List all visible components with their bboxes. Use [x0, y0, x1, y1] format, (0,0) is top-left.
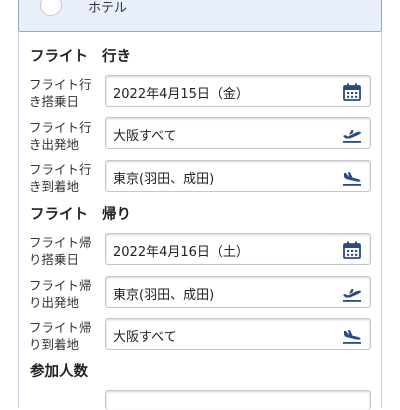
return-arrival-label: フライト帰 り到着地 [29, 320, 92, 352]
outbound-arrival-field[interactable]: 東京(羽田、成田) [105, 160, 371, 192]
outbound-arrival-label: フライト行 き到着地 [29, 162, 92, 194]
outbound-date-value: 2022年4月15日（金） [113, 87, 249, 102]
outbound-departure-label: フライト行 き出発地 [29, 120, 92, 152]
return-date-label: フライト帰 り搭乗日 [29, 235, 92, 267]
calendar-icon[interactable] [342, 241, 362, 259]
hotel-option-row[interactable]: ホテル [18, 0, 382, 32]
outbound-departure-value: 大阪すべて [113, 129, 177, 144]
return-arrival-field[interactable]: 大阪すべて [105, 318, 371, 350]
plane-departure-icon[interactable] [342, 284, 362, 302]
outbound-title-flight: フライト [30, 49, 88, 65]
hotel-option-label: ホテル [88, 1, 128, 16]
return-section-title: フライト 帰り [30, 203, 131, 224]
return-departure-field[interactable]: 東京(羽田、成田) [105, 276, 371, 308]
hotel-radio-button[interactable] [40, 0, 62, 16]
return-date-field[interactable]: 2022年4月16日（土） [105, 233, 371, 265]
return-arrival-value: 大阪すべて [113, 330, 177, 345]
return-departure-value: 東京(羽田、成田) [113, 288, 215, 303]
participants-field[interactable] [105, 390, 371, 410]
plane-arrival-icon[interactable] [342, 168, 362, 186]
return-title-direction: 帰り [102, 207, 131, 223]
return-departure-label: フライト帰 り出発地 [29, 278, 92, 310]
return-title-flight: フライト [30, 207, 88, 223]
outbound-date-field[interactable]: 2022年4月15日（金） [105, 75, 371, 107]
return-date-value: 2022年4月16日（土） [113, 245, 249, 260]
outbound-section-title: フライト 行き [30, 45, 131, 66]
outbound-arrival-value: 東京(羽田、成田) [113, 172, 215, 187]
participants-section-title: 参加人数 [30, 364, 88, 380]
outbound-date-label: フライト行 き搭乗日 [29, 77, 92, 109]
calendar-icon[interactable] [342, 83, 362, 101]
outbound-title-direction: 行き [102, 49, 131, 65]
plane-departure-icon[interactable] [342, 125, 362, 143]
plane-arrival-icon[interactable] [342, 326, 362, 344]
outbound-departure-field[interactable]: 大阪すべて [105, 117, 371, 149]
